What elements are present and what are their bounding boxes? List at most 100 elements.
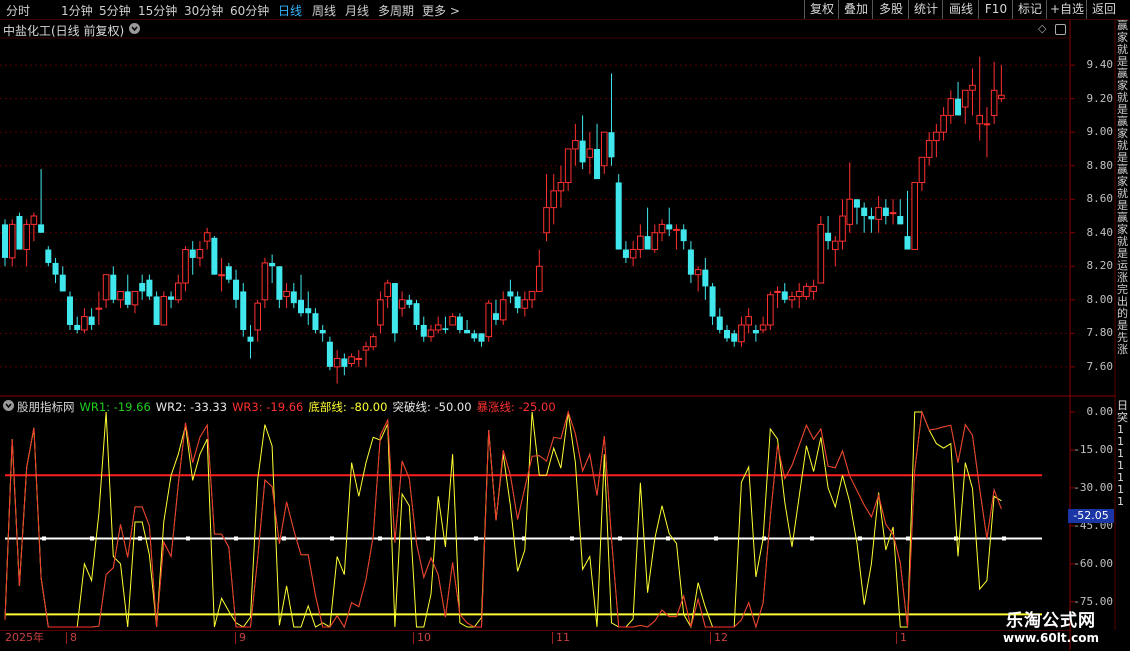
candle-body-up: [983, 123, 991, 126]
watermark-url: www.60lt.com: [1002, 631, 1100, 645]
candle-body-up: [788, 295, 796, 301]
x-label-jan: 1: [896, 632, 907, 644]
candle-body-up: [218, 274, 225, 277]
candle-body-down: [825, 232, 832, 242]
candle-body-down: [752, 329, 759, 334]
breakout-marker: [42, 536, 46, 541]
candle-body-down: [189, 249, 196, 258]
candle-body-up: [535, 265, 543, 292]
candle-body-up: [817, 223, 825, 284]
candle-body-up: [629, 249, 637, 259]
candle-body-up: [673, 228, 680, 231]
candle-body-up: [810, 285, 817, 292]
candle-body-down: [413, 303, 420, 325]
candle-body-up: [550, 190, 558, 209]
candle-body-up: [117, 290, 124, 301]
sidebar-lower-text: 日突1111111: [1117, 399, 1128, 508]
wr3-line: [4, 410, 1002, 629]
candle-body-up: [398, 299, 406, 309]
candle-body-down: [16, 216, 23, 250]
candle-body-down: [464, 329, 471, 334]
bottom-line-value: 底部线: -80.00: [308, 400, 388, 414]
breakout-marker: [714, 536, 718, 541]
candle-body-up: [658, 223, 666, 234]
candle-body-up: [586, 148, 594, 158]
date-axis: 2025年 8 9 10 11 12 1: [0, 630, 1070, 651]
candle-body-down: [594, 148, 601, 180]
breakout-marker: [570, 536, 574, 541]
candle-body-down: [514, 296, 521, 309]
candle-body-down: [897, 216, 904, 225]
candle-body-down: [955, 98, 962, 116]
price-tick-label: 8.80: [1086, 158, 1114, 172]
candle-body-down: [456, 316, 463, 330]
candle-body-up: [738, 324, 745, 343]
candle-body-up: [795, 290, 803, 297]
indicator-name[interactable]: 股朋指标网: [17, 400, 75, 414]
candle-body-up: [774, 290, 781, 293]
candle-body-down: [615, 182, 622, 250]
x-label-aug: 8: [66, 632, 77, 644]
candle-body-up: [990, 89, 998, 116]
indicator-tick-label: -60.00: [1073, 556, 1113, 570]
candle-body-down: [471, 333, 478, 339]
candle-body-down: [478, 333, 485, 342]
price-tick-label: 7.60: [1086, 359, 1114, 373]
candle-body-down: [579, 140, 586, 163]
candle-body-up: [839, 215, 846, 242]
candle-body-up: [95, 307, 103, 310]
price-axis: 9.40 9.20 9.00 8.80 8.60 8.40 8.20 8.00 7.80 7.60: [1071, 20, 1115, 396]
candle-body-up: [564, 148, 572, 183]
breakout-marker: [330, 536, 334, 541]
price-tick-label: 9.40: [1086, 58, 1114, 72]
candle-body-down: [644, 236, 651, 250]
indicator-menu-icon[interactable]: [3, 400, 14, 411]
candle-body-up: [333, 357, 341, 368]
candle-body-down: [442, 328, 449, 330]
candle-body-up: [434, 324, 442, 331]
candle-body-down: [882, 207, 889, 216]
candle-body-down: [622, 249, 629, 258]
watermark-title: 乐淘公式网: [1006, 611, 1096, 631]
candle-body-down: [904, 236, 911, 250]
candle-body-up: [637, 235, 644, 251]
candle-body-up: [203, 232, 211, 242]
current-value-tag: -52.05: [1068, 509, 1114, 523]
candle-body-up: [759, 324, 767, 331]
candle-body-down: [420, 324, 427, 337]
candle-body-up: [182, 249, 189, 284]
candle-body-down: [298, 299, 305, 314]
candle-body-up: [449, 316, 456, 326]
x-label-oct: 10: [413, 632, 431, 644]
price-tick-label: 8.00: [1086, 292, 1114, 306]
candle-body-down: [666, 224, 673, 230]
candle-body-up: [362, 346, 370, 351]
breakout-marker: [138, 536, 142, 541]
candle-body-down: [139, 283, 146, 292]
candle-body-up: [651, 232, 659, 251]
candle-body-up: [528, 290, 536, 301]
candle-body-down: [861, 207, 868, 216]
wr3-value: WR3: -19.66: [232, 400, 304, 414]
candle-body-down: [66, 296, 73, 325]
breakout-marker: [1002, 536, 1006, 541]
candle-body-up: [600, 131, 608, 167]
candle-body-down: [319, 329, 326, 334]
candle-body-up: [572, 140, 579, 150]
candle-body-down: [74, 324, 81, 330]
candle-body-up: [889, 212, 897, 215]
candle-body-up: [925, 140, 933, 158]
candle-body-up: [254, 302, 261, 331]
candle-body-up: [196, 249, 204, 259]
wr1-value: WR1: -19.66: [79, 400, 151, 414]
breakout-marker: [618, 536, 622, 541]
indicator-tick-label: -15.00: [1073, 442, 1113, 456]
candle-body-down: [326, 341, 333, 367]
candle-body-down: [781, 291, 788, 300]
candle-body-up: [485, 302, 493, 338]
wr2-value: WR2: -33.33: [155, 400, 228, 414]
candle-body-down: [233, 279, 240, 300]
breakout-marker: [426, 536, 430, 541]
candle-body-down: [731, 333, 738, 342]
candle-body-up: [803, 285, 810, 297]
